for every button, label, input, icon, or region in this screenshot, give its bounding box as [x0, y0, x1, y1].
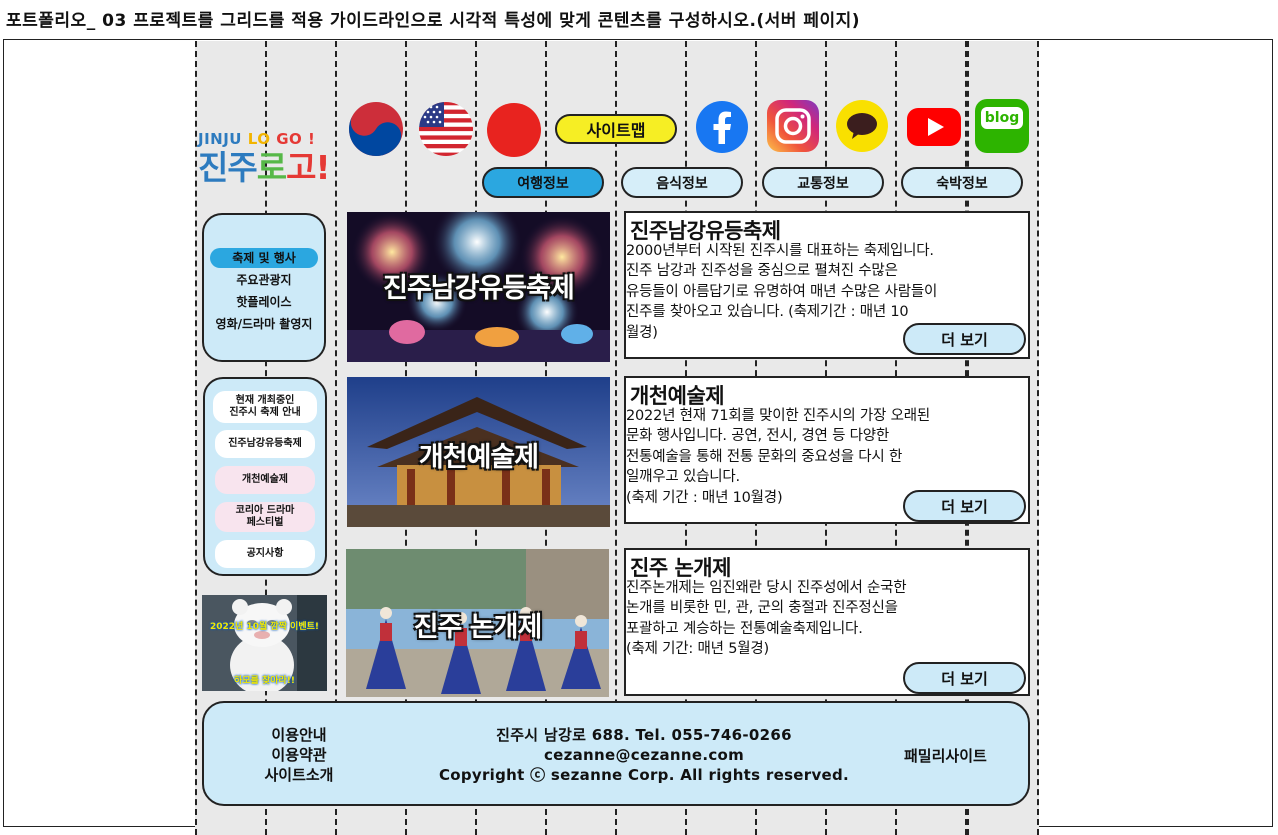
side-menu: 축제 및 행사 주요관광지 핫플레이스 영화/드라마 촬영지	[202, 213, 326, 362]
festival-card-description: 진주논개제는 임진왜란 당시 진주성에서 순국한 논개를 비롯한 민, 관, 군…	[626, 580, 907, 658]
festival-image-title: 진주남강유등축제	[383, 273, 575, 304]
side-menu-filming-locations[interactable]: 영화/드라마 촬영지	[210, 314, 318, 334]
current-festivals-panel: 현재 개최중인 진주시 축제 안내 진주남강유등축제 개천예술제 코리아 드라마 페…	[203, 377, 327, 576]
festival-image-yudeung[interactable]: 진주남강유등축제	[347, 212, 610, 362]
more-button[interactable]: 더 보기	[903, 490, 1026, 522]
korean-flag-icon[interactable]	[348, 101, 404, 157]
footer-info: 진주시 남강로 688. Tel. 055-746-0266 cezanne@c…	[414, 725, 874, 785]
festival-card-yudeung: 진주남강유등축제 2000년부터 시작된 진주시를 대표하는 축제입니다. 진주…	[624, 211, 1030, 359]
site-footer: 이용안내 이용약관 사이트소개 진주시 남강로 688. Tel. 055-74…	[202, 701, 1030, 806]
page-heading: 포트폴리오_ 03 프로젝트를 그리드를 적용 가이드라인으로 시각적 특성에 …	[6, 11, 861, 31]
festival-image-title: 진주 논개제	[413, 612, 543, 643]
kakaotalk-icon[interactable]	[835, 99, 889, 153]
footer-link-guide[interactable]: 이용안내	[244, 725, 354, 745]
festival-link-yudeung[interactable]: 진주남강유등축제	[215, 430, 315, 458]
promo-text-find: 하모를 찾아라!!	[233, 676, 296, 686]
festival-card-nongae: 진주 논개제 진주논개제는 임진왜란 당시 진주성에서 순국한 논개를 비롯한 …	[624, 548, 1030, 696]
festival-image-gaecheon[interactable]: 개천예술제	[347, 377, 610, 527]
more-button[interactable]: 더 보기	[903, 323, 1026, 355]
festival-link-gaecheon[interactable]: 개천예술제	[215, 466, 315, 494]
footer-copyright: Copyright ⓒ sezanne Corp. All rights res…	[438, 766, 850, 784]
more-button[interactable]: 더 보기	[903, 662, 1026, 694]
instagram-icon[interactable]	[766, 99, 820, 153]
site-logo[interactable]: JINJU LO GO ! 진주로고!	[198, 130, 331, 198]
youtube-icon[interactable]	[906, 107, 962, 147]
footer-email[interactable]: cezanne@cezanne.com	[414, 745, 874, 765]
facebook-icon[interactable]	[695, 100, 749, 154]
us-flag-icon[interactable]	[418, 101, 474, 157]
nav-food-info[interactable]: 음식정보	[621, 167, 743, 198]
sitemap-button[interactable]: 사이트맵	[555, 114, 677, 144]
logo-wordmark-en: JINJU LO GO !	[198, 130, 316, 148]
event-promo-banner[interactable]: 2022년 10월 깜짝 이벤트! 하모를 찾아라!!	[202, 595, 327, 691]
side-menu-hotplaces[interactable]: 핫플레이스	[210, 292, 318, 312]
footer-address: 진주시 남강로 688. Tel. 055-746-0266	[496, 726, 792, 744]
nav-lodging-info[interactable]: 숙박정보	[901, 167, 1023, 198]
footer-links: 이용안내 이용약관 사이트소개	[244, 725, 354, 785]
current-festivals-heading: 현재 개최중인 진주시 축제 안내	[213, 391, 317, 423]
side-menu-attractions[interactable]: 주요관광지	[210, 270, 318, 290]
festival-image-title: 개천예술제	[418, 442, 539, 473]
notice-link[interactable]: 공지사항	[215, 540, 315, 568]
footer-link-about[interactable]: 사이트소개	[244, 765, 354, 785]
side-menu-festivals[interactable]: 축제 및 행사	[210, 248, 318, 268]
festival-card-gaecheon: 개천예술제 2022년 현재 71회를 맞이한 진주시의 가장 오래된 문화 행…	[624, 376, 1030, 524]
footer-link-terms[interactable]: 이용약관	[244, 745, 354, 765]
blog-label: blog	[981, 107, 1023, 129]
family-site-link[interactable]: 패밀리사이트	[904, 745, 987, 766]
logo-wordmark-ko: 진주로고!	[198, 148, 331, 187]
festival-link-drama[interactable]: 코리아 드라마 페스티벌	[215, 502, 315, 532]
nav-travel-info[interactable]: 여행정보	[482, 167, 604, 198]
blog-icon[interactable]: blog	[975, 99, 1029, 153]
festival-image-nongae[interactable]: 진주 논개제	[346, 549, 609, 697]
japan-flag-icon[interactable]	[487, 103, 541, 157]
promo-text-event: 2022년 10월 깜짝 이벤트!	[209, 622, 320, 632]
nav-transport-info[interactable]: 교통정보	[762, 167, 884, 198]
